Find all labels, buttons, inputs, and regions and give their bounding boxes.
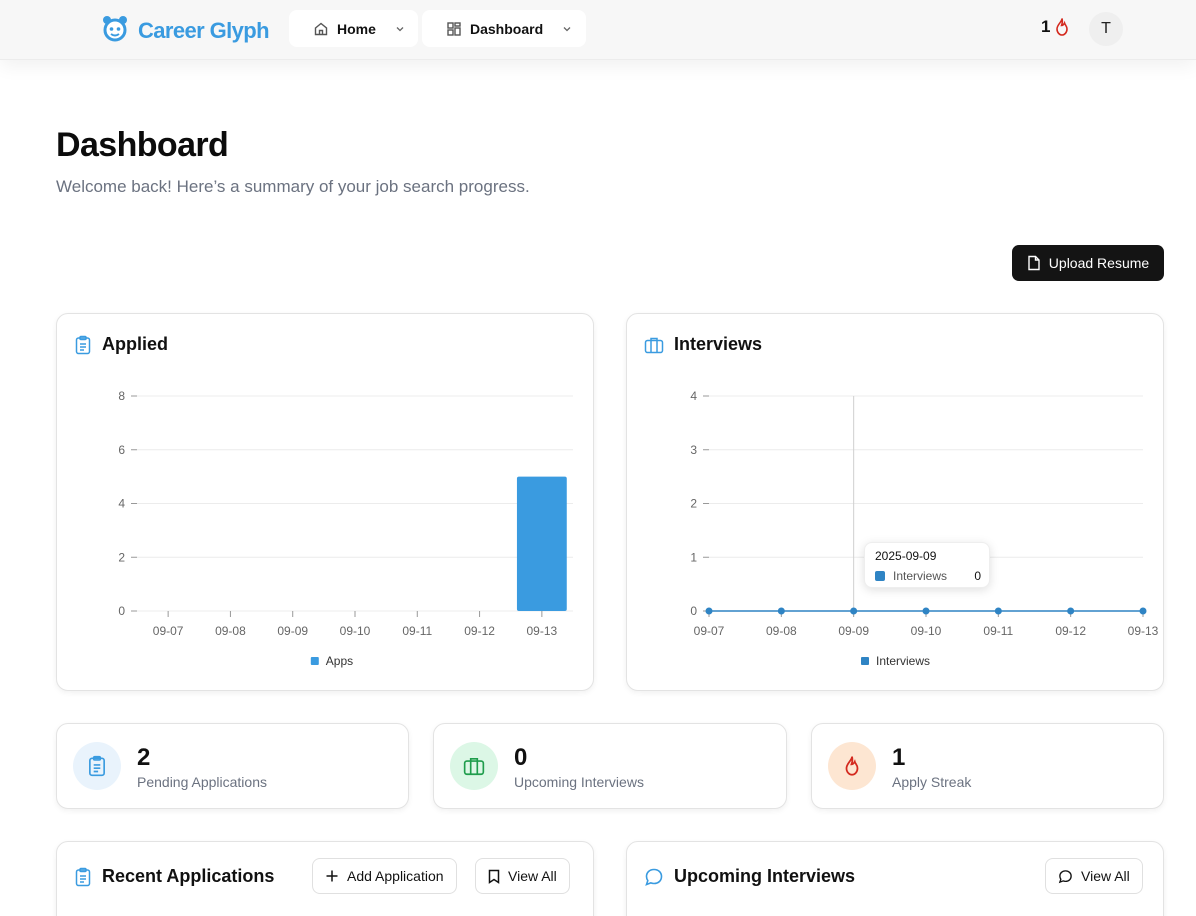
x-tick-label: 09-12 <box>464 624 495 638</box>
upcoming-interviews-title: Upcoming Interviews <box>674 866 856 886</box>
x-tick-label: 09-13 <box>1128 624 1159 638</box>
upcoming-interviews-card: Upcoming Interviews View All <box>626 841 1164 916</box>
x-tick-label: 09-11 <box>402 624 432 638</box>
x-tick-label: 09-13 <box>527 624 558 638</box>
view-all-applications-button[interactable]: View All <box>475 858 570 894</box>
recent-applications-title: Recent Applications <box>102 866 275 886</box>
data-point <box>1139 607 1147 615</box>
clipboard-icon <box>74 867 92 887</box>
plus-icon <box>325 869 339 883</box>
x-tick-label: 09-08 <box>766 624 797 638</box>
y-tick-label: 4 <box>690 389 697 403</box>
grid-icon <box>446 21 462 37</box>
y-tick-label: 4 <box>118 497 125 511</box>
chat-bubble-icon <box>1058 869 1073 884</box>
y-tick-label: 6 <box>118 443 125 457</box>
home-icon <box>313 21 329 37</box>
stat-value: 2 <box>137 744 151 771</box>
data-point <box>1067 607 1075 615</box>
data-point <box>777 607 785 615</box>
upload-resume-button[interactable]: Upload Resume <box>1012 245 1164 281</box>
chevron-down-icon <box>394 23 406 35</box>
briefcase-icon <box>450 742 498 790</box>
tooltip-swatch <box>875 571 885 581</box>
data-point <box>850 607 858 615</box>
recent-applications-header: Recent Applications <box>74 866 274 887</box>
brand-name: Career Glyph <box>138 17 270 43</box>
x-tick-label: 09-07 <box>694 624 725 638</box>
y-tick-label: 0 <box>690 604 697 618</box>
x-tick-label: 09-09 <box>277 624 308 638</box>
add-application-label: Add Application <box>347 868 444 884</box>
data-point <box>922 607 930 615</box>
applied-bar-chart: 0 2 4 6 8 09-07 09-08 09-09 09-10 09-11 09-12 09-13… <box>118 389 573 668</box>
stat-label: Upcoming Interviews <box>514 774 644 790</box>
streak-count: 1 <box>1041 17 1051 36</box>
y-tick-label: 1 <box>690 550 697 564</box>
stat-card-pending: 2 Pending Applications <box>56 723 409 809</box>
stat-label: Apply Streak <box>892 774 972 790</box>
data-point <box>994 607 1002 615</box>
tooltip-series: Interviews <box>893 569 948 583</box>
flame-icon <box>1053 17 1071 37</box>
streak-indicator[interactable]: 1 <box>1041 17 1071 37</box>
user-avatar[interactable]: T <box>1089 12 1123 46</box>
upload-resume-label: Upload Resume <box>1048 255 1150 271</box>
interviews-chart-card: Interviews 0 1 2 3 4 09-07 09-08 09-09 09-10 09-1… <box>626 313 1164 691</box>
tooltip-value: 0 <box>974 569 981 583</box>
x-tick-label: 09-09 <box>838 624 869 638</box>
recent-applications-card: Recent Applications Add Application View… <box>56 841 594 916</box>
stat-label: Pending Applications <box>137 774 267 790</box>
view-all-label: View All <box>508 868 557 884</box>
page-title: Dashboard <box>56 126 229 164</box>
nav-home-label: Home <box>337 20 376 37</box>
legend-label: Apps <box>326 654 353 668</box>
y-tick-label: 3 <box>690 443 697 457</box>
bar <box>516 476 567 611</box>
stat-card-interviews: 0 Upcoming Interviews <box>433 723 787 809</box>
y-tick-label: 0 <box>118 604 125 618</box>
file-icon <box>1027 255 1041 271</box>
x-tick-label: 09-10 <box>911 624 942 638</box>
nav-dashboard-button[interactable]: Dashboard <box>422 10 586 47</box>
view-all-interviews-button[interactable]: View All <box>1045 858 1143 894</box>
flame-icon <box>828 742 876 790</box>
x-tick-label: 09-08 <box>215 624 246 638</box>
x-tick-label: 09-10 <box>340 624 371 638</box>
stat-value: 1 <box>892 744 906 771</box>
x-tick-label: 09-12 <box>1055 624 1086 638</box>
data-point <box>705 607 713 615</box>
chat-bubble-icon <box>644 867 664 887</box>
brand-logo[interactable]: Career Glyph <box>101 14 270 47</box>
add-application-button[interactable]: Add Application <box>312 858 457 894</box>
x-tick-label: 09-11 <box>983 624 1013 638</box>
y-tick-label: 2 <box>118 550 125 564</box>
chart-tooltip: 2025-09-09 Interviews 0 <box>864 542 990 588</box>
tooltip-row: Interviews 0 <box>875 569 981 583</box>
nav-home-button[interactable]: Home <box>289 10 418 47</box>
nav-dashboard-label: Dashboard <box>470 20 544 37</box>
legend-label: Interviews <box>876 654 930 668</box>
legend-swatch <box>310 657 319 665</box>
stat-card-streak: 1 Apply Streak <box>811 723 1164 809</box>
y-tick-label: 2 <box>690 497 697 511</box>
clipboard-icon <box>73 742 121 790</box>
upcoming-interviews-header: Upcoming Interviews <box>644 866 855 887</box>
y-tick-label: 8 <box>118 389 125 403</box>
interviews-line-chart: 0 1 2 3 4 09-07 09-08 09-09 09-10 09-11 09-12 09-13… <box>690 389 1159 668</box>
top-navbar: Career Glyph Home Dashboard 1 T <box>0 0 1196 60</box>
x-tick-label: 09-07 <box>153 624 184 638</box>
page-subtitle: Welcome back! Here’s a summary of your j… <box>56 177 530 196</box>
view-all-label: View All <box>1081 868 1130 884</box>
applied-chart-card: Applied 0 2 4 6 8 09-07 09-08 09-09 09-10 09-11 09… <box>56 313 594 691</box>
stat-value: 0 <box>514 744 528 771</box>
bookmark-icon <box>488 869 500 884</box>
chevron-down-icon <box>561 23 573 35</box>
logo-icon <box>101 14 129 47</box>
tooltip-date: 2025-09-09 <box>875 549 937 563</box>
legend-swatch <box>861 657 869 665</box>
